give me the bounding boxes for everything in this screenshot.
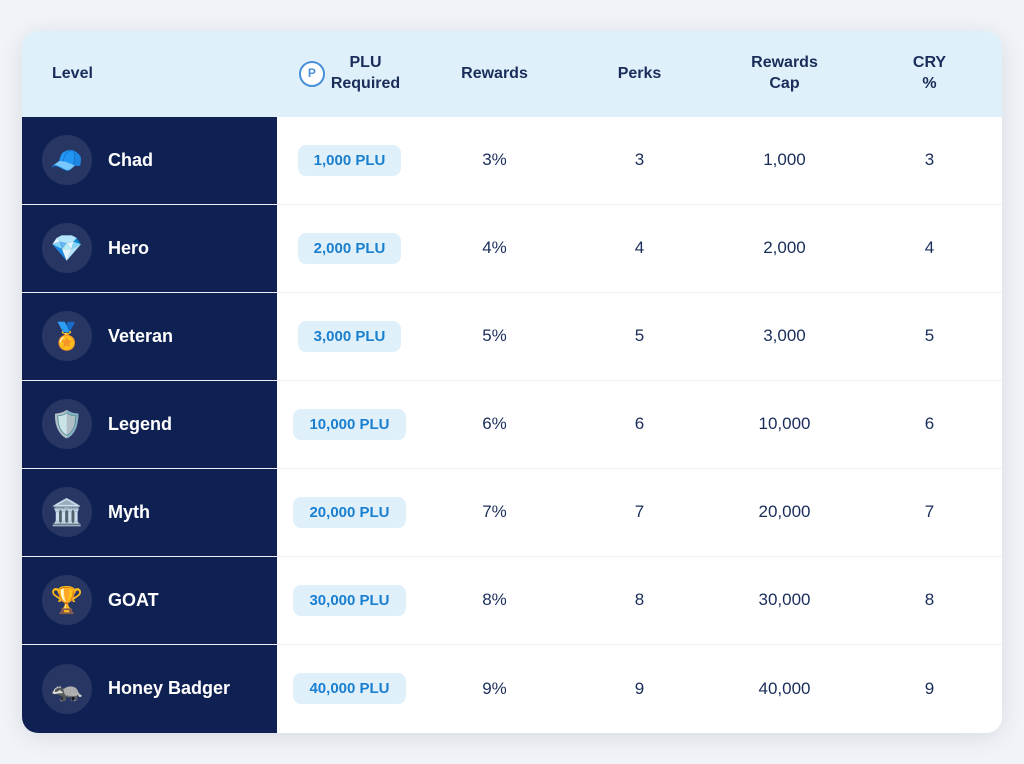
level-cell: 🏅 Veteran: [22, 293, 277, 380]
cry-cell: 5: [857, 293, 1002, 380]
perks-cell: 7: [567, 469, 712, 556]
rewards-cap-cell: 30,000: [712, 557, 857, 644]
plu-badge: 2,000 PLU: [298, 233, 402, 264]
table-body: 🧢 Chad 1,000 PLU 3% 3 1,000 3 💎 Hero 2,0…: [22, 117, 1002, 733]
col-plu: P PLURequired: [277, 31, 422, 117]
rewards-cap-cell: 40,000: [712, 645, 857, 733]
level-icon: 🛡️: [42, 399, 92, 449]
cry-cell: 9: [857, 645, 1002, 733]
perks-cell: 9: [567, 645, 712, 733]
rewards-cell: 5%: [422, 293, 567, 380]
level-name: Legend: [108, 414, 172, 436]
rewards-cell: 8%: [422, 557, 567, 644]
table-header: Level P PLURequired Rewards Perks Reward…: [22, 31, 1002, 117]
plu-cell: 3,000 PLU: [277, 293, 422, 380]
level-cell: 🧢 Chad: [22, 117, 277, 204]
cry-header-label: CRY%: [913, 53, 946, 95]
rewards-cell: 3%: [422, 117, 567, 204]
plu-badge: 30,000 PLU: [293, 585, 405, 616]
table-row: 🛡️ Legend 10,000 PLU 6% 6 10,000 6: [22, 381, 1002, 469]
cry-cell: 4: [857, 205, 1002, 292]
level-name: Hero: [108, 238, 149, 260]
level-name: Honey Badger: [108, 678, 230, 700]
cry-cell: 6: [857, 381, 1002, 468]
col-cry: CRY%: [857, 31, 1002, 117]
plu-badge: 40,000 PLU: [293, 673, 405, 704]
col-level: Level: [22, 31, 277, 117]
level-name: Chad: [108, 150, 153, 172]
level-cell: 🏆 GOAT: [22, 557, 277, 644]
perks-cell: 3: [567, 117, 712, 204]
rewards-cap-cell: 10,000: [712, 381, 857, 468]
level-icon: 🏆: [42, 575, 92, 625]
perks-cell: 6: [567, 381, 712, 468]
level-cell: 💎 Hero: [22, 205, 277, 292]
level-icon: 💎: [42, 223, 92, 273]
plu-cell: 20,000 PLU: [277, 469, 422, 556]
plu-badge: 20,000 PLU: [293, 497, 405, 528]
level-name: Veteran: [108, 326, 173, 348]
plu-badge: 10,000 PLU: [293, 409, 405, 440]
table-row: 🏛️ Myth 20,000 PLU 7% 7 20,000 7: [22, 469, 1002, 557]
table-row: 🧢 Chad 1,000 PLU 3% 3 1,000 3: [22, 117, 1002, 205]
plu-cell: 10,000 PLU: [277, 381, 422, 468]
rewards-cap-cell: 1,000: [712, 117, 857, 204]
plu-header-icon-group: P PLURequired: [299, 53, 400, 95]
plu-cell: 30,000 PLU: [277, 557, 422, 644]
rewards-cell: 9%: [422, 645, 567, 733]
level-name: GOAT: [108, 590, 159, 612]
table-row: 💎 Hero 2,000 PLU 4% 4 2,000 4: [22, 205, 1002, 293]
plu-circle-icon: P: [299, 61, 325, 87]
rewards-cell: 7%: [422, 469, 567, 556]
level-icon: 🏛️: [42, 487, 92, 537]
col-perks: Perks: [567, 31, 712, 117]
table-row: 🏅 Veteran 3,000 PLU 5% 5 3,000 5: [22, 293, 1002, 381]
rewards-header-label: Rewards: [461, 64, 528, 85]
plu-cell: 1,000 PLU: [277, 117, 422, 204]
perks-cell: 5: [567, 293, 712, 380]
rewards-cap-cell: 3,000: [712, 293, 857, 380]
plu-badge: 3,000 PLU: [298, 321, 402, 352]
level-header-label: Level: [52, 64, 93, 85]
plu-header-label: PLURequired: [331, 53, 400, 95]
plu-cell: 2,000 PLU: [277, 205, 422, 292]
rewards-table: Level P PLURequired Rewards Perks Reward…: [22, 31, 1002, 733]
level-icon: 🦡: [42, 664, 92, 714]
col-rewards: Rewards: [422, 31, 567, 117]
perks-cell: 8: [567, 557, 712, 644]
cry-cell: 3: [857, 117, 1002, 204]
table-row: 🦡 Honey Badger 40,000 PLU 9% 9 40,000 9: [22, 645, 1002, 733]
rewards-cell: 4%: [422, 205, 567, 292]
perks-cell: 4: [567, 205, 712, 292]
plu-cell: 40,000 PLU: [277, 645, 422, 733]
level-icon: 🏅: [42, 311, 92, 361]
level-icon: 🧢: [42, 135, 92, 185]
level-cell: 🛡️ Legend: [22, 381, 277, 468]
rewards-cell: 6%: [422, 381, 567, 468]
rewards-cap-header-label: RewardsCap: [751, 53, 818, 95]
table-row: 🏆 GOAT 30,000 PLU 8% 8 30,000 8: [22, 557, 1002, 645]
level-cell: 🦡 Honey Badger: [22, 645, 277, 733]
col-rewards-cap: RewardsCap: [712, 31, 857, 117]
rewards-cap-cell: 2,000: [712, 205, 857, 292]
perks-header-label: Perks: [618, 64, 662, 85]
cry-cell: 8: [857, 557, 1002, 644]
cry-cell: 7: [857, 469, 1002, 556]
rewards-cap-cell: 20,000: [712, 469, 857, 556]
level-cell: 🏛️ Myth: [22, 469, 277, 556]
plu-badge: 1,000 PLU: [298, 145, 402, 176]
level-name: Myth: [108, 502, 150, 524]
